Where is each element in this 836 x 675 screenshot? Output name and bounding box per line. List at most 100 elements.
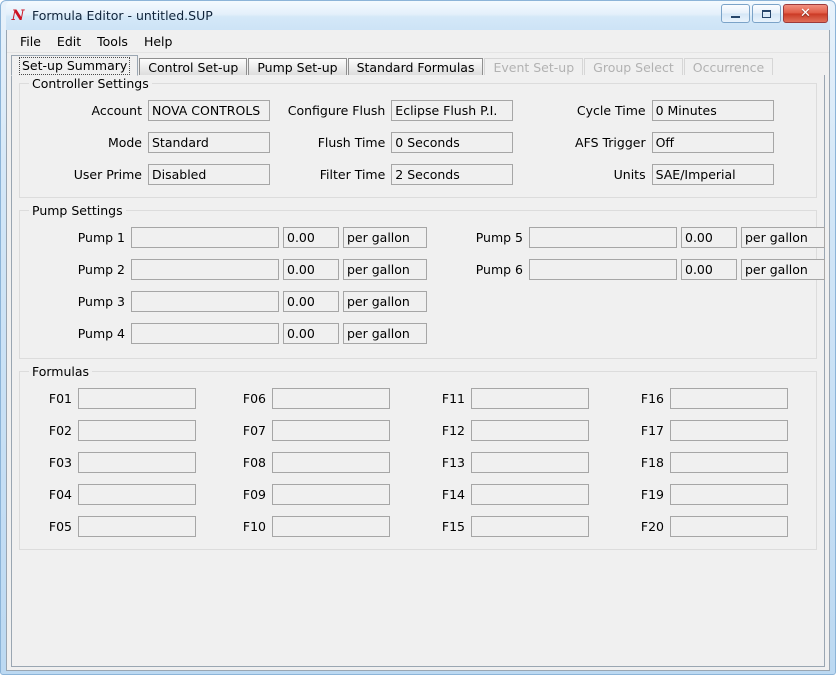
pump-4-name-input[interactable] [131, 323, 279, 344]
formula-f17-input[interactable] [670, 420, 788, 441]
client-area: File Edit Tools Help Set-up Summary Cont… [6, 30, 830, 671]
tab-pump-setup[interactable]: Pump Set-up [248, 58, 347, 76]
close-button[interactable]: ✕ [783, 4, 828, 23]
menu-item-file[interactable]: File [12, 32, 49, 51]
pump-1-rate-input[interactable]: 0.00 [283, 227, 339, 248]
formula-f04-input[interactable] [78, 484, 196, 505]
formula-f19-label: F19 [640, 487, 664, 502]
pump-3-label: Pump 3 [77, 294, 125, 309]
controller-settings-group: Controller Settings Account NOVA CONTROL… [19, 76, 817, 198]
formula-f10-input[interactable] [272, 516, 390, 537]
formula-f02-input[interactable] [78, 420, 196, 441]
close-icon: ✕ [800, 6, 811, 21]
tab-setup-summary-label: Set-up Summary [19, 57, 131, 75]
maximize-button[interactable] [752, 4, 781, 23]
formula-f08-input[interactable] [272, 452, 390, 473]
tab-standard-formulas[interactable]: Standard Formulas [347, 58, 484, 76]
formula-f07-input[interactable] [272, 420, 390, 441]
pump-1-name-input[interactable] [131, 227, 279, 248]
formula-f09-label: F09 [242, 487, 266, 502]
formula-f15-input[interactable] [471, 516, 589, 537]
field-cycle-time-input[interactable]: 0 Minutes [651, 100, 774, 121]
formula-f19-input[interactable] [670, 484, 788, 505]
formula-f10-label: F10 [242, 519, 266, 534]
field-flush-time-input[interactable]: 0 Seconds [391, 132, 514, 153]
formula-f16-input[interactable] [670, 388, 788, 409]
field-configure-flush: Configure Flush Eclipse Flush P.I. [285, 100, 550, 121]
formula-f03-input[interactable] [78, 452, 196, 473]
pump-row-2: Pump 2 0.00 per gallon [20, 259, 427, 280]
formula-row-f14: F14 [418, 484, 617, 505]
formula-f06-input[interactable] [272, 388, 390, 409]
field-user-prime-input[interactable]: Disabled [148, 164, 270, 185]
field-filter-time-input[interactable]: 2 Seconds [391, 164, 514, 185]
field-configure-flush-input[interactable]: Eclipse Flush P.I. [391, 100, 514, 121]
tab-control-setup[interactable]: Control Set-up [139, 58, 248, 76]
pump-2-name-input[interactable] [131, 259, 279, 280]
formula-f01-input[interactable] [78, 388, 196, 409]
field-units-input[interactable]: SAE/Imperial [651, 164, 774, 185]
formulas-group: Formulas F01 F02 F03 F04 F05 F06 F07 F08… [19, 364, 817, 550]
field-afs-trigger-label: AFS Trigger [575, 135, 646, 150]
pump-row-6: Pump 6 0.00 per gallon [418, 259, 825, 280]
formula-f04-label: F04 [48, 487, 72, 502]
field-mode-input[interactable]: Standard [148, 132, 270, 153]
formula-f12-label: F12 [441, 423, 465, 438]
pump-6-rate-input[interactable]: 0.00 [681, 259, 737, 280]
pump-4-unit-input[interactable]: per gallon [343, 323, 427, 344]
pump-5-rate-input[interactable]: 0.00 [681, 227, 737, 248]
pump-6-unit-input[interactable]: per gallon [741, 259, 825, 280]
menu-item-edit[interactable]: Edit [49, 32, 89, 51]
field-afs-trigger-input[interactable]: Off [651, 132, 774, 153]
formula-f09-input[interactable] [272, 484, 390, 505]
formula-f11-label: F11 [441, 391, 465, 406]
formula-f18-input[interactable] [670, 452, 788, 473]
nova-n-icon: N [10, 8, 26, 24]
field-account-input[interactable]: NOVA CONTROLS [148, 100, 270, 121]
pump-5-name-input[interactable] [529, 227, 677, 248]
formula-f13-label: F13 [441, 455, 465, 470]
application-window: N Formula Editor - untitled.SUP ✕ File E… [0, 0, 836, 675]
pump-row-3: Pump 3 0.00 per gallon [20, 291, 427, 312]
formula-f14-input[interactable] [471, 484, 589, 505]
title-bar[interactable]: N Formula Editor - untitled.SUP ✕ [6, 1, 830, 30]
pump-1-unit-input[interactable]: per gallon [343, 227, 427, 248]
formula-f13-input[interactable] [471, 452, 589, 473]
formula-row-f20: F20 [617, 516, 816, 537]
formula-f06-label: F06 [242, 391, 266, 406]
tab-page-setup-summary: Controller Settings Account NOVA CONTROL… [11, 75, 825, 667]
field-mode: Mode Standard [20, 132, 285, 153]
nova-n-icon-glyph: N [11, 7, 25, 24]
field-configure-flush-label: Configure Flush [287, 103, 386, 118]
field-cycle-time-label: Cycle Time [576, 103, 646, 118]
pump-3-rate-input[interactable]: 0.00 [283, 291, 339, 312]
formula-f02-label: F02 [48, 423, 72, 438]
pump-2-rate-input[interactable]: 0.00 [283, 259, 339, 280]
field-flush-time-label: Flush Time [317, 135, 386, 150]
pump-settings-group: Pump Settings Pump 1 0.00 per gallon Pum… [19, 203, 825, 359]
menu-item-help[interactable]: Help [136, 32, 181, 51]
menu-item-tools[interactable]: Tools [89, 32, 136, 51]
pump-row-4: Pump 4 0.00 per gallon [20, 323, 427, 344]
pump-4-rate-input[interactable]: 0.00 [283, 323, 339, 344]
formula-row-f16: F16 [617, 388, 816, 409]
formula-f20-input[interactable] [670, 516, 788, 537]
pump-3-name-input[interactable] [131, 291, 279, 312]
pump-6-name-input[interactable] [529, 259, 677, 280]
tab-setup-summary[interactable]: Set-up Summary [11, 55, 139, 76]
formula-row-f15: F15 [418, 516, 617, 537]
formula-f05-label: F05 [48, 519, 72, 534]
formula-row-f04: F04 [20, 484, 219, 505]
pump-3-unit-input[interactable]: per gallon [343, 291, 427, 312]
formula-f12-input[interactable] [471, 420, 589, 441]
formulas-column-4: F16 F17 F18 F19 F20 [617, 388, 816, 537]
formula-f03-label: F03 [48, 455, 72, 470]
pump-2-unit-input[interactable]: per gallon [343, 259, 427, 280]
pump-row-1: Pump 1 0.00 per gallon [20, 227, 427, 248]
pump-6-label: Pump 6 [475, 262, 523, 277]
formula-row-f18: F18 [617, 452, 816, 473]
formula-f11-input[interactable] [471, 388, 589, 409]
pump-5-unit-input[interactable]: per gallon [741, 227, 825, 248]
minimize-button[interactable] [721, 4, 750, 23]
formula-f05-input[interactable] [78, 516, 196, 537]
